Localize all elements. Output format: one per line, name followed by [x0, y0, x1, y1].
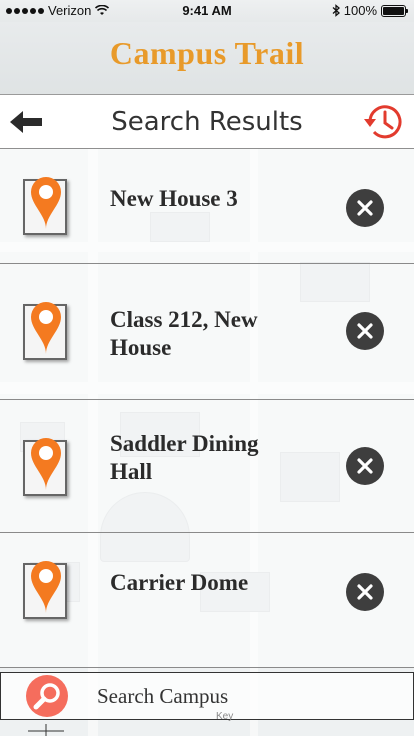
- close-icon: [357, 200, 373, 216]
- campus-search-bar: [0, 672, 414, 720]
- search-input[interactable]: [81, 679, 381, 713]
- result-item[interactable]: Carrier Dome: [0, 533, 414, 668]
- location-pin-tile: [23, 302, 67, 360]
- history-button[interactable]: [362, 102, 404, 142]
- location-pin-icon: [31, 302, 61, 354]
- result-name: Carrier Dome: [110, 570, 249, 595]
- search-button[interactable]: [26, 675, 68, 717]
- close-icon: [357, 584, 373, 600]
- remove-result-button[interactable]: [346, 573, 384, 611]
- location-pin-icon: [31, 561, 61, 613]
- result-name: Class 212, New House: [110, 307, 258, 360]
- remove-result-button[interactable]: [346, 312, 384, 350]
- location-pin-icon: [31, 177, 61, 229]
- bluetooth-icon: [332, 4, 340, 17]
- location-pin-icon: [31, 438, 61, 490]
- page-title: Search Results: [111, 107, 303, 137]
- status-bar: Verizon 9:41 AM 100%: [0, 0, 414, 22]
- result-name: New House 3: [110, 186, 238, 211]
- history-icon: [364, 105, 402, 139]
- map-key-label: Key: [216, 711, 234, 722]
- location-pin-tile: [23, 561, 67, 619]
- result-item[interactable]: Saddler Dining Hall: [0, 400, 414, 533]
- remove-result-button[interactable]: [346, 447, 384, 485]
- result-name: Saddler Dining Hall: [110, 431, 259, 484]
- results-header: Search Results: [0, 94, 414, 149]
- battery-icon: [381, 4, 408, 17]
- app-title: Campus Trail: [109, 35, 305, 71]
- remove-result-button[interactable]: [346, 189, 384, 227]
- close-icon: [357, 323, 373, 339]
- status-right: 100%: [332, 3, 408, 18]
- search-icon: [33, 683, 60, 710]
- location-pin-tile: [23, 438, 67, 496]
- result-item[interactable]: Class 212, New House: [0, 264, 414, 400]
- battery-percent: 100%: [343, 3, 377, 18]
- location-pin-tile: [23, 177, 67, 235]
- result-item[interactable]: New House 3: [0, 149, 414, 264]
- compass-icon: [28, 724, 64, 736]
- close-icon: [357, 458, 373, 474]
- app-title-area: Campus Trail: [0, 22, 414, 94]
